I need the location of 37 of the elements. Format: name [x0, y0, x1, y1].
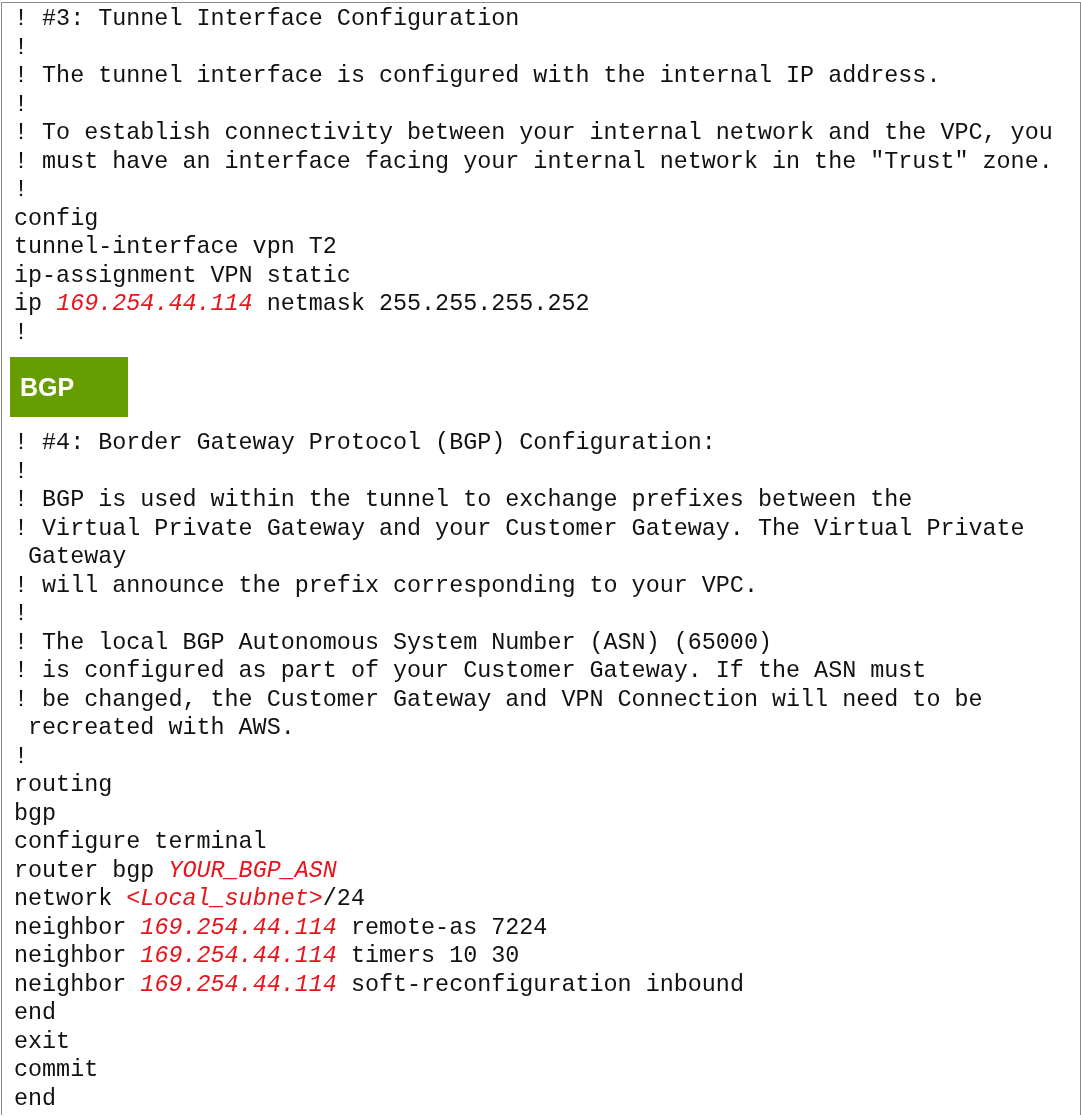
code-line: configure terminal: [14, 828, 267, 857]
code-line: neighbor 169.254.44.114 timers 10 30: [14, 942, 520, 971]
code-line: ! #3: Tunnel Interface Configuration: [14, 5, 520, 34]
code-line: commit: [14, 1056, 99, 1085]
code-line: exit: [14, 1027, 71, 1056]
code-line: !: [14, 742, 29, 771]
code-line: routing: [14, 771, 113, 800]
section-badge: BGP: [10, 357, 128, 417]
code-line: network <Local_subnet>/24: [14, 885, 365, 914]
code-line: ! The tunnel interface is configured with the internal IP address.: [14, 62, 941, 91]
code-line: tunnel-interface vpn T2: [14, 233, 337, 262]
code-line: recreated with AWS.: [27, 714, 295, 743]
code-line: ! #4: Border Gateway Protocol (BGP) Configuration:: [14, 429, 716, 458]
code-line: ! To establish connectivity between your internal network and the VPC, you: [14, 119, 1053, 148]
code-line: !: [14, 600, 29, 629]
code-line: !: [14, 90, 29, 119]
code-line: ! Virtual Private Gateway and your Customer Gateway. The Virtual Private: [14, 514, 1025, 543]
code-line: end: [14, 999, 57, 1028]
code-line: neighbor 169.254.44.114 soft-reconfiguration inbound: [14, 970, 744, 999]
code-line: !: [14, 33, 29, 62]
code-line: ! is configured as part of your Customer Gateway. If the ASN must: [14, 657, 927, 686]
code-line: ! will announce the prefix corresponding to your VPC.: [14, 571, 758, 600]
code-line: router bgp YOUR_BGP_ASN: [14, 856, 337, 885]
code-line: ! must have an interface facing your internal network in the "Trust" zone.: [14, 147, 1053, 176]
code-line: neighbor 169.254.44.114 remote-as 7224: [14, 913, 548, 942]
code-line: ! BGP is used within the tunnel to exchange prefixes between the: [14, 486, 913, 515]
code-line: end: [14, 1084, 57, 1113]
code-line: ip 169.254.44.114 netmask 255.255.255.252: [14, 290, 590, 319]
code-line: Gateway: [27, 543, 127, 572]
code-line: config: [14, 204, 99, 233]
code-line: !: [14, 318, 29, 347]
code-line: !: [14, 176, 29, 205]
code-line: ! be changed, the Customer Gateway and VPN Connection will need to be: [14, 685, 983, 714]
code-line: bgp: [14, 799, 57, 828]
code-line: ip-assignment VPN static: [14, 261, 351, 290]
code-line: ! The local BGP Autonomous System Number (ASN) (65000): [14, 628, 772, 657]
code-line: !: [14, 457, 29, 486]
